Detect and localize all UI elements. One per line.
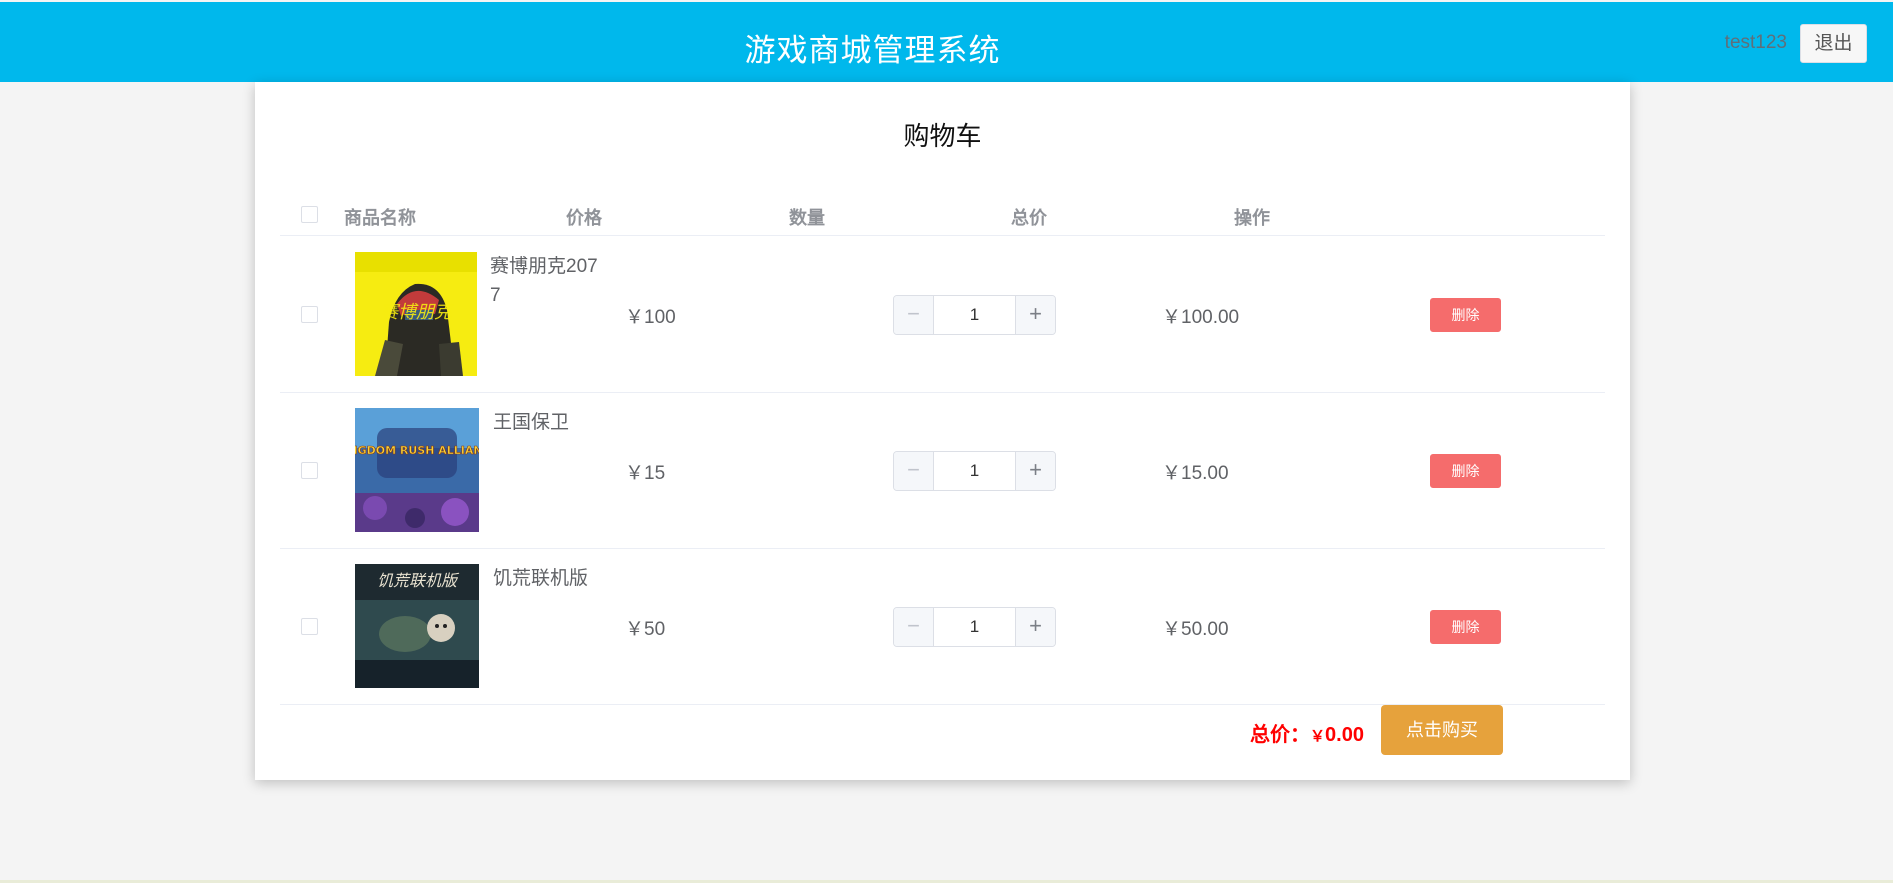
decrease-quantity-button[interactable]: − [894,296,934,334]
row-checkbox[interactable] [301,462,318,479]
product-subtotal: ￥100.00 [1162,307,1240,328]
dont-starve-image-caption: 饥荒联机版 [377,571,460,590]
table-row: 饥荒联机版 饥荒联机版 ￥50 − 1 + ￥50.00 删除 [280,549,1605,705]
logout-button[interactable]: 退出 [1800,24,1867,63]
table-row: KINGDOM RUSH ALLIANCE 王国保卫 ￥15 − 1 + ￥15… [280,393,1605,549]
app-title: 游戏商城管理系统 [744,33,1001,68]
quantity-stepper[interactable]: − 1 + [893,295,1056,335]
row-checkbox[interactable] [301,618,318,635]
cart-table-header: 商品名称 价格 数量 总价 操作 [280,190,1605,236]
delete-button[interactable]: 删除 [1430,298,1501,332]
row-checkbox[interactable] [301,306,318,323]
table-row: 赛博朋克 赛博朋克2077 ￥100 − 1 + ￥100.00 删除 [280,237,1605,393]
column-header-quantity: 数量 [789,208,825,228]
product-image-cyberpunk[interactable]: 赛博朋克 [355,252,477,376]
product-image-dont-starve[interactable]: 饥荒联机版 [355,564,479,688]
product-name: 王国保卫 [493,412,570,433]
total-label: 总价： [1250,724,1310,746]
quantity-stepper[interactable]: − 1 + [893,451,1056,491]
cart-total: 总价：￥0.00 [1250,718,1364,747]
quantity-stepper[interactable]: − 1 + [893,607,1056,647]
quantity-input[interactable]: 1 [934,296,1015,334]
delete-button[interactable]: 删除 [1430,610,1501,644]
username-label: test123 [1724,32,1787,53]
column-header-action: 操作 [1234,208,1270,228]
product-price: ￥50 [625,619,666,640]
product-subtotal: ￥15.00 [1162,463,1229,484]
product-image-kingdom-rush[interactable]: KINGDOM RUSH ALLIANCE [355,408,479,532]
total-currency: ￥ [1310,728,1326,745]
buy-button[interactable]: 点击购买 [1381,705,1503,755]
column-header-total: 总价 [1011,208,1047,228]
cart-title: 购物车 [903,121,982,151]
decrease-quantity-button[interactable]: − [894,608,934,646]
top-header: 游戏商城管理系统 test123 退出 [0,2,1893,82]
product-price: ￥100 [625,307,676,328]
quantity-input[interactable]: 1 [934,452,1015,490]
product-name: 饥荒联机版 [493,568,589,589]
kingdom-rush-image-caption: KINGDOM RUSH ALLIANCE [355,444,479,457]
total-value: 0.00 [1325,724,1364,746]
cart-panel: 购物车 商品名称 价格 数量 总价 操作 赛博朋克 赛博朋克2077 ￥100 … [255,82,1630,780]
increase-quantity-button[interactable]: + [1015,452,1055,490]
column-header-name: 商品名称 [344,208,416,228]
increase-quantity-button[interactable]: + [1015,296,1055,334]
cyberpunk-image-caption: 赛博朋克 [380,302,455,323]
select-all-checkbox[interactable] [301,206,318,223]
decrease-quantity-button[interactable]: − [894,452,934,490]
increase-quantity-button[interactable]: + [1015,608,1055,646]
product-price: ￥15 [625,463,666,484]
delete-button[interactable]: 删除 [1430,454,1501,488]
quantity-input[interactable]: 1 [934,608,1015,646]
product-name: 赛博朋克2077 [490,256,598,306]
product-subtotal: ￥50.00 [1162,619,1229,640]
column-header-price: 价格 [566,208,602,228]
